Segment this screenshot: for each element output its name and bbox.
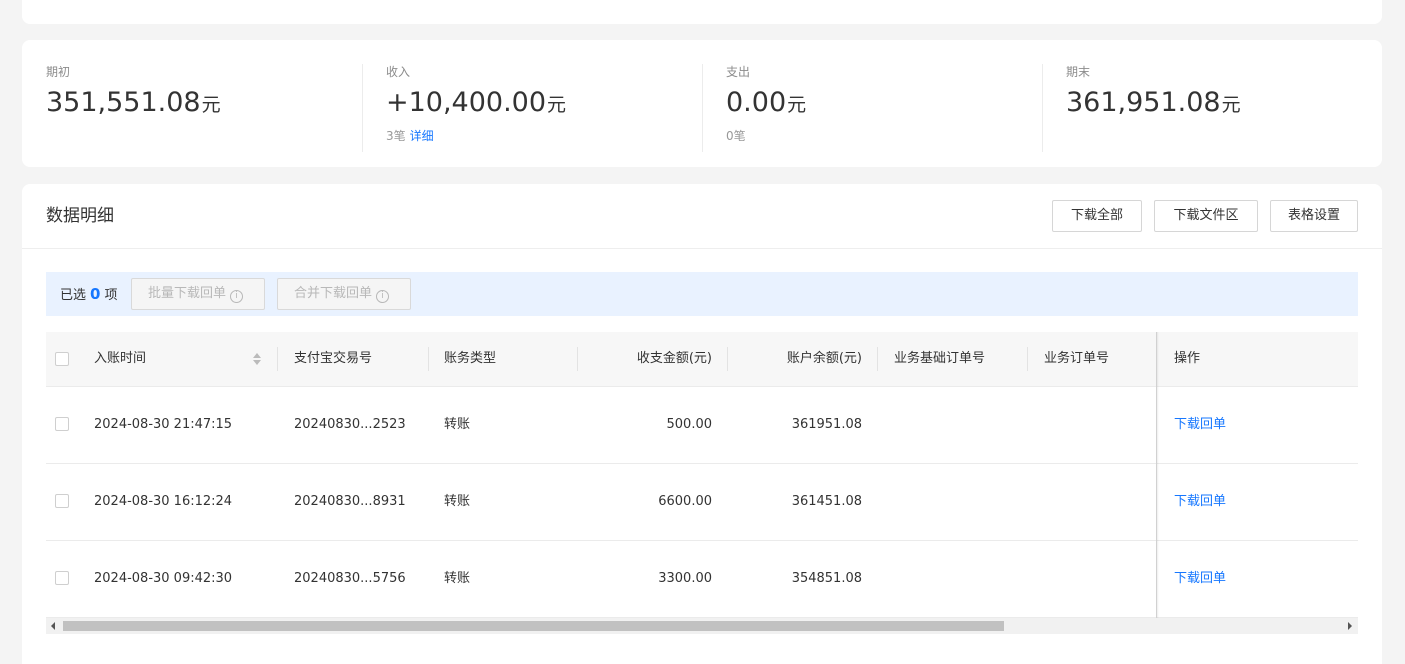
cell-time: 2024-08-30 21:47:15 xyxy=(94,417,233,432)
summary-opening: 期初 351,551.08元 xyxy=(46,64,221,152)
income-detail-link[interactable]: 详细 xyxy=(410,129,434,143)
divider xyxy=(702,64,703,152)
divider xyxy=(1042,64,1043,152)
sort-icon[interactable] xyxy=(253,351,261,367)
opening-label: 期初 xyxy=(46,65,71,79)
summary-expense: 支出 0.00元 0笔 xyxy=(726,64,806,152)
info-icon: i xyxy=(376,290,390,303)
divider xyxy=(22,248,1382,249)
col-header-action: 操作 xyxy=(1174,351,1201,366)
column-divider xyxy=(277,347,278,371)
col-header-order: 业务订单号 xyxy=(1044,351,1110,366)
scroll-right-icon[interactable] xyxy=(1348,622,1352,630)
download-all-button[interactable]: 下载全部 xyxy=(1052,200,1142,232)
table-row: 2024-08-30 16:12:24 20240830...8931 转账 6… xyxy=(46,464,1358,541)
table-row: 2024-08-30 09:42:30 20240830...5756 转账 3… xyxy=(46,541,1358,618)
closing-amount: 361,951.08元 xyxy=(1066,87,1241,118)
cell-balance: 354851.08 xyxy=(791,571,862,586)
cell-time: 2024-08-30 16:12:24 xyxy=(94,494,233,509)
detail-title: 数据明细 xyxy=(46,206,114,226)
scroll-left-icon[interactable] xyxy=(51,622,55,630)
selection-count-text: 已选 0 项 xyxy=(60,285,118,303)
cell-time: 2024-08-30 09:42:30 xyxy=(94,571,233,586)
opening-amount: 351,551.08元 xyxy=(46,87,221,118)
cell-amount: 6600.00 xyxy=(658,494,712,509)
cell-amount: 500.00 xyxy=(666,417,713,432)
col-header-time[interactable]: 入账时间 xyxy=(94,351,146,367)
col-header-type: 账务类型 xyxy=(444,351,497,366)
selection-bar: 已选 0 项 批量下载回单 i 合并下载回单 i xyxy=(46,272,1358,316)
col-header-amount: 收支金额(元) xyxy=(636,351,712,366)
selection-count: 0 xyxy=(90,285,101,303)
cell-type: 转账 xyxy=(444,417,471,432)
column-divider xyxy=(1027,347,1028,371)
column-divider xyxy=(727,347,728,371)
summary-income: 收入 +10,400.00元 3笔 详细 xyxy=(386,64,566,152)
col-header-balance: 账户余额(元) xyxy=(786,351,862,366)
income-label: 收入 xyxy=(386,65,411,79)
column-divider xyxy=(877,347,878,371)
expense-label: 支出 xyxy=(726,65,751,79)
col-header-trade-no: 支付宝交易号 xyxy=(294,351,373,366)
table-row: 2024-08-30 21:47:15 20240830...2523 转账 5… xyxy=(46,387,1358,464)
cell-balance: 361451.08 xyxy=(791,494,862,509)
data-table: 入账时间 支付宝交易号 账务类型 收支金额(元) 账户余额(元) 业务基础订单号… xyxy=(46,332,1358,618)
select-all-checkbox[interactable] xyxy=(55,352,69,366)
divider xyxy=(362,64,363,152)
download-files-button[interactable]: 下载文件区 xyxy=(1154,200,1258,232)
cell-type: 转账 xyxy=(444,494,471,509)
info-icon: i xyxy=(230,290,244,303)
income-sub: 3笔 详细 xyxy=(386,128,566,144)
col-header-base-order: 业务基础订单号 xyxy=(894,351,986,366)
download-receipt-link[interactable]: 下载回单 xyxy=(1174,494,1226,510)
download-receipt-link[interactable]: 下载回单 xyxy=(1174,417,1226,433)
cell-trade-no: 20240830...8931 xyxy=(294,494,406,509)
cell-trade-no: 20240830...5756 xyxy=(294,571,406,586)
income-count: 3笔 xyxy=(386,129,406,143)
table-header: 入账时间 支付宝交易号 账务类型 收支金额(元) 账户余额(元) 业务基础订单号… xyxy=(46,332,1358,387)
column-divider xyxy=(428,347,429,371)
row-checkbox[interactable] xyxy=(55,417,69,431)
horizontal-scrollbar[interactable] xyxy=(46,618,1358,634)
scrollbar-thumb[interactable] xyxy=(63,621,1004,631)
detail-card: 数据明细 下载全部 下载文件区 表格设置 已选 0 项 批量下载回单 i 合并下载回单… xyxy=(22,184,1382,664)
column-divider xyxy=(577,347,578,371)
income-amount: +10,400.00元 xyxy=(386,87,567,118)
expense-amount: 0.00元 xyxy=(726,87,807,118)
cell-balance: 361951.08 xyxy=(791,417,862,432)
closing-label: 期末 xyxy=(1066,65,1091,79)
merge-download-button[interactable]: 合并下载回单 i xyxy=(277,278,411,310)
expense-count: 0笔 xyxy=(726,129,746,143)
row-checkbox[interactable] xyxy=(55,494,69,508)
fixed-column-shadow xyxy=(1156,332,1159,618)
download-receipt-link[interactable]: 下载回单 xyxy=(1174,571,1226,587)
summary-closing: 期末 361,951.08元 xyxy=(1066,64,1241,152)
batch-download-button[interactable]: 批量下载回单 i xyxy=(131,278,265,310)
cell-trade-no: 20240830...2523 xyxy=(294,417,406,432)
cell-type: 转账 xyxy=(444,571,471,586)
cell-amount: 3300.00 xyxy=(658,571,712,586)
summary-card: 期初 351,551.08元 收入 +10,400.00元 3笔 详细 支出 0.… xyxy=(22,40,1382,167)
row-checkbox[interactable] xyxy=(55,571,69,585)
table-settings-button[interactable]: 表格设置 xyxy=(1270,200,1358,232)
top-card xyxy=(22,0,1382,24)
